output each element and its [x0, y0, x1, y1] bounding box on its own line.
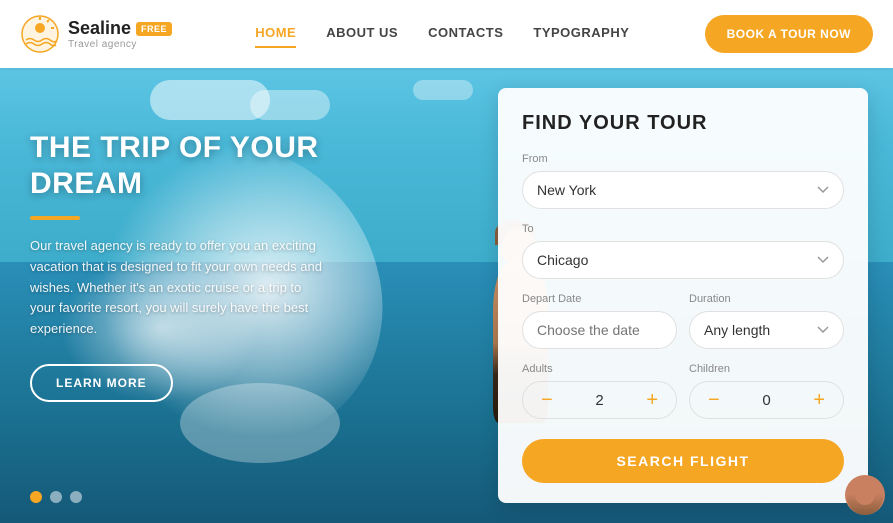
depart-label: Depart Date: [522, 293, 677, 305]
adults-children-row: Adults − 2 + Children − 0 +: [522, 363, 844, 419]
children-value: 0: [757, 392, 777, 409]
to-select[interactable]: Chicago New York Los Angeles Miami: [522, 241, 844, 279]
hero-title: THE TRIP OF YOUR DREAM: [30, 130, 330, 202]
logo: Sealine FREE Travel agency: [20, 14, 180, 54]
depart-date-input[interactable]: [522, 311, 677, 349]
slider-dot-3[interactable]: [70, 491, 82, 503]
tour-panel: FIND YOUR TOUR From New York Los Angeles…: [498, 88, 868, 503]
slider-dot-2[interactable]: [50, 491, 62, 503]
children-label: Children: [689, 363, 844, 375]
duration-group: Duration Any length 1 week 2 weeks 1 mon…: [689, 293, 844, 349]
nav-home[interactable]: HOME: [255, 25, 296, 44]
from-field-group: From New York Los Angeles Miami Chicago: [522, 153, 844, 209]
adults-decrease-button[interactable]: −: [537, 388, 557, 412]
panel-title: FIND YOUR TOUR: [522, 112, 844, 135]
hero-description: Our travel agency is ready to offer you …: [30, 236, 330, 340]
book-tour-button[interactable]: BOOK A TOUR NOW: [705, 15, 873, 53]
nav-typography[interactable]: TYPOGRAPHY: [533, 25, 629, 44]
hero-divider: [30, 216, 80, 220]
depart-date-group: Depart Date: [522, 293, 677, 349]
slider-dots: [30, 491, 82, 503]
duration-select[interactable]: Any length 1 week 2 weeks 1 month: [689, 311, 844, 349]
slider-dot-1[interactable]: [30, 491, 42, 503]
from-select[interactable]: New York Los Angeles Miami Chicago: [522, 171, 844, 209]
from-label: From: [522, 153, 844, 165]
avatar: [845, 475, 885, 515]
children-group: Children − 0 +: [689, 363, 844, 419]
adults-label: Adults: [522, 363, 677, 375]
hero-content: THE TRIP OF YOUR DREAM Our travel agency…: [30, 130, 330, 402]
search-flight-button[interactable]: SEARCH FLIGHT: [522, 439, 844, 483]
date-duration-row: Depart Date Duration Any length 1 week 2…: [522, 293, 844, 349]
logo-text: Sealine FREE Travel agency: [68, 18, 172, 50]
children-counter: − 0 +: [689, 381, 844, 419]
logo-subtitle: Travel agency: [68, 39, 172, 50]
duration-label: Duration: [689, 293, 844, 305]
children-decrease-button[interactable]: −: [704, 388, 724, 412]
to-field-group: To Chicago New York Los Angeles Miami: [522, 223, 844, 279]
header: Sealine FREE Travel agency HOME ABOUT US…: [0, 0, 893, 68]
adults-group: Adults − 2 +: [522, 363, 677, 419]
nav-contacts[interactable]: CONTACTS: [428, 25, 503, 44]
adults-increase-button[interactable]: +: [642, 388, 662, 412]
nav-about[interactable]: ABOUT US: [326, 25, 398, 44]
adults-counter: − 2 +: [522, 381, 677, 419]
logo-icon: [20, 14, 60, 54]
children-increase-button[interactable]: +: [809, 388, 829, 412]
logo-free-badge: FREE: [136, 22, 172, 36]
to-label: To: [522, 223, 844, 235]
learn-more-button[interactable]: LEARN MORE: [30, 364, 173, 402]
adults-value: 2: [590, 392, 610, 409]
cloud-2: [250, 90, 330, 120]
logo-name: Sealine: [68, 18, 131, 39]
navigation: HOME ABOUT US CONTACTS TYPOGRAPHY: [180, 25, 705, 44]
